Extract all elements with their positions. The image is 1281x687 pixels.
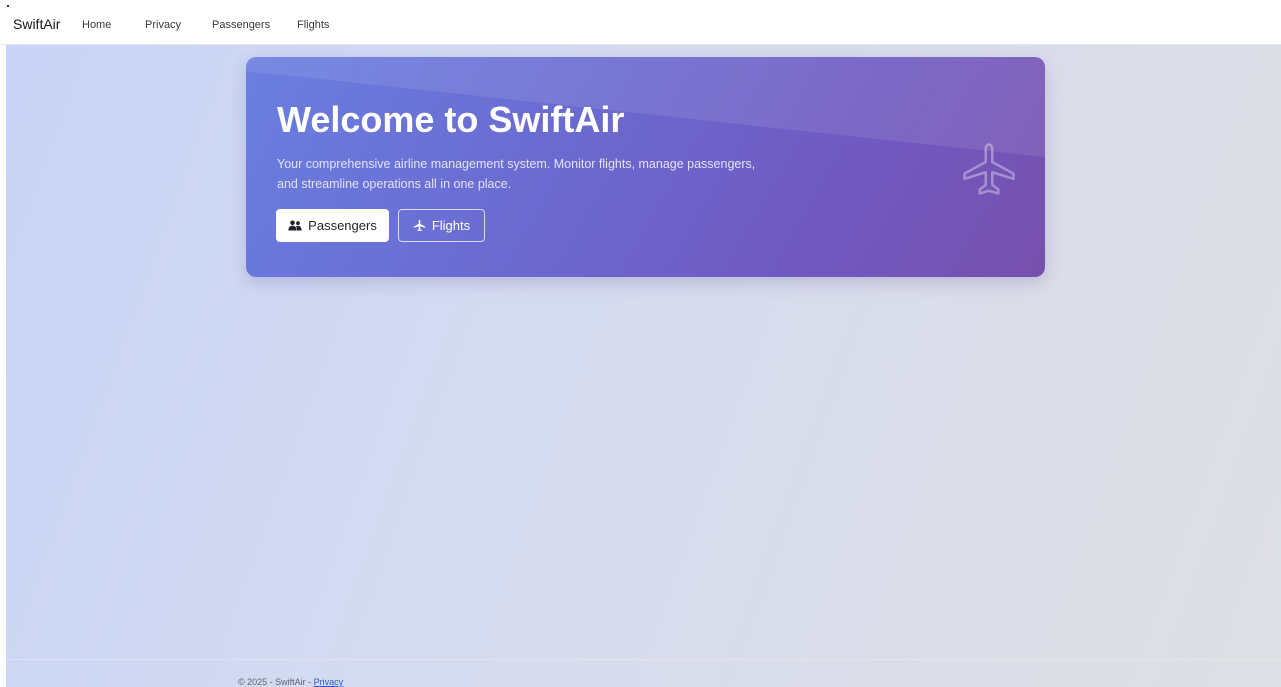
passengers-button-label: Passengers [308, 218, 377, 233]
page-footer: © 2025 - SwiftAir - Privacy [238, 677, 343, 687]
footer-divider [6, 659, 1281, 660]
nav-link-privacy[interactable]: Privacy [145, 19, 181, 31]
top-navbar: SwiftAir Home Privacy Passengers Flights [0, 0, 1281, 45]
flights-button[interactable]: Flights [398, 209, 485, 242]
hero-title: Welcome to SwiftAir [277, 99, 625, 140]
flights-button-label: Flights [431, 218, 471, 233]
plane-outline-icon [963, 143, 1015, 195]
plane-icon [413, 219, 426, 232]
hero-description: Your comprehensive airline management sy… [277, 157, 756, 191]
footer-privacy-link[interactable]: Privacy [314, 677, 344, 687]
corner-mark [7, 5, 9, 7]
brand-link[interactable]: SwiftAir [13, 16, 60, 32]
footer-copyright: © 2025 - SwiftAir - [238, 677, 314, 687]
users-icon [288, 220, 302, 231]
nav-link-home[interactable]: Home [82, 19, 111, 31]
nav-link-flights[interactable]: Flights [297, 19, 329, 31]
nav-link-passengers[interactable]: Passengers [212, 19, 270, 31]
welcome-hero-card: Welcome to SwiftAir Your comprehensive a… [246, 57, 1045, 277]
passengers-button[interactable]: Passengers [276, 209, 389, 242]
